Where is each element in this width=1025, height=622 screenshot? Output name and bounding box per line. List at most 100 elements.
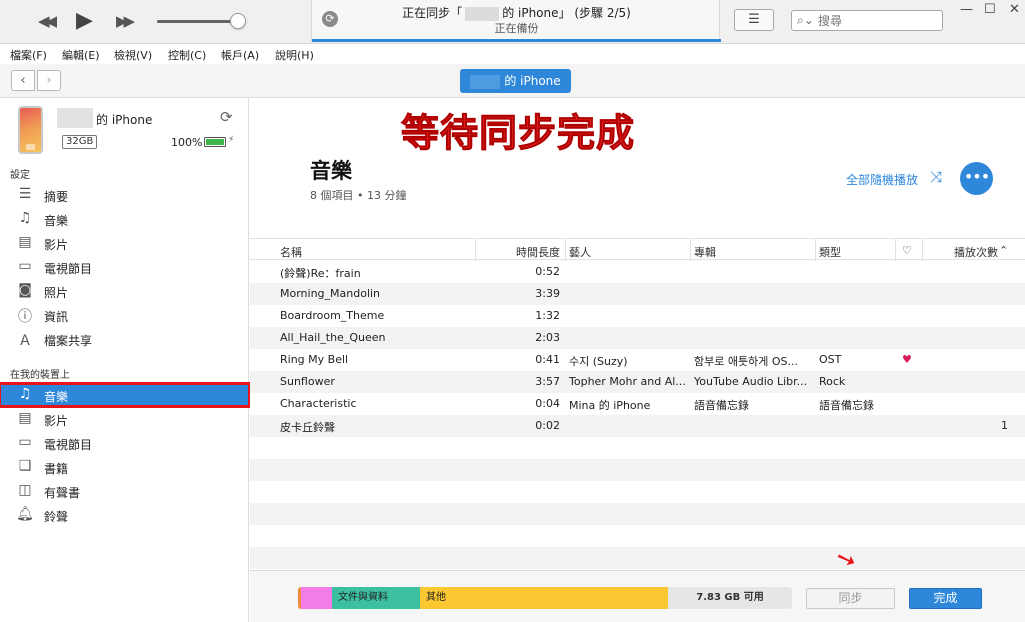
- cell-genre: OST: [819, 353, 842, 366]
- sidebar-item-photos[interactable]: ◙ 照片: [0, 280, 249, 302]
- play-icon[interactable]: ▶: [76, 8, 93, 33]
- sidebar-item-device-books[interactable]: ❑ 書籍: [0, 456, 249, 478]
- menu-controls[interactable]: 控制(C): [168, 47, 206, 63]
- column-divider: [815, 239, 816, 261]
- empty-row: [250, 547, 1025, 569]
- column-header-time[interactable]: 時間長度: [516, 244, 560, 260]
- sidebar-item-label: 有聲書: [44, 486, 81, 500]
- cell-album: YouTube Audio Libr...: [694, 375, 808, 388]
- column-header-love[interactable]: ♡: [902, 244, 912, 257]
- cell-name: 皮卡丘鈴聲: [280, 421, 335, 434]
- table-row[interactable]: Sunflower 3:57 Topher Mohr and Al... YouTub…: [250, 371, 1025, 393]
- cell-genre: Rock: [819, 375, 846, 388]
- table-row[interactable]: All_Hail_the_Queen 2:03: [250, 327, 1025, 349]
- column-header-name[interactable]: 名稱: [280, 244, 302, 260]
- menu-view[interactable]: 檢視(V): [114, 47, 152, 63]
- free-space-label: 7.83 GB 可用: [696, 592, 764, 603]
- volume-slider[interactable]: [157, 20, 239, 23]
- sync-icon[interactable]: ⟳: [220, 108, 233, 126]
- menu-edit[interactable]: 編輯(E): [62, 47, 100, 63]
- redacted-name: [57, 108, 93, 128]
- summary-icon: ☰: [18, 186, 32, 202]
- sidebar-item-device-music[interactable]: ♫ 音樂: [0, 382, 251, 408]
- close-icon[interactable]: ✕: [1009, 2, 1020, 17]
- tv-icon: ▭: [18, 434, 32, 450]
- search-box[interactable]: ⌕⌄: [791, 10, 943, 31]
- sidebar-item-device-audiobooks[interactable]: ◫ 有聲書: [0, 480, 249, 502]
- sync-button[interactable]: 同步: [806, 588, 895, 609]
- table-row[interactable]: Boardroom_Theme 1:32: [250, 305, 1025, 327]
- sidebar-item-info[interactable]: ⓘ 資訊: [0, 304, 249, 326]
- menu-bar: 檔案(F) 編輯(E) 檢視(V) 控制(C) 帳戶(A) 說明(H): [0, 44, 1025, 64]
- sidebar-item-label: 音樂: [44, 214, 69, 228]
- title-bar: ◀◀ ▶ ▶▶ ⟳ 正在同步「的 iPhone」 (步驟 2/5) 正在備份 ☰…: [0, 0, 1025, 44]
- cell-genre: 語音備忘錄: [819, 399, 874, 412]
- menu-file[interactable]: 檔案(F): [10, 47, 47, 63]
- cell-name: (鈴聲)Re：frain: [280, 267, 361, 280]
- table-row[interactable]: 皮卡丘鈴聲 0:02 1: [250, 415, 1025, 437]
- cell-time: 3:39: [535, 287, 560, 300]
- sidebar-item-movies[interactable]: ▤ 影片: [0, 232, 249, 254]
- shuffle-all-link[interactable]: 全部隨機播放: [846, 171, 918, 188]
- column-header-album[interactable]: 專輯: [694, 244, 716, 260]
- done-button[interactable]: 完成: [909, 588, 982, 609]
- music-note-icon: ♫: [18, 210, 32, 226]
- device-name: 的 iPhone: [96, 113, 153, 127]
- sync-status-detail: 正在備份: [494, 22, 539, 35]
- shuffle-icon[interactable]: ⤨: [930, 168, 942, 186]
- cell-name: Sunflower: [280, 375, 335, 388]
- cell-name: Boardroom_Theme: [280, 309, 385, 322]
- minimize-icon[interactable]: —: [960, 2, 973, 17]
- list-view-button[interactable]: ☰: [734, 9, 774, 31]
- cell-time: 0:52: [535, 265, 560, 278]
- table-row[interactable]: (鈴聲)Re：frain 0:52: [250, 261, 1025, 283]
- cell-name: Ring My Bell: [280, 353, 349, 366]
- storage-segment: 文件與資料: [332, 587, 420, 609]
- menu-help[interactable]: 說明(H): [275, 47, 314, 63]
- page-title: 音樂: [310, 159, 352, 183]
- sync-progress-bar: [312, 39, 721, 42]
- settings-header: 設定: [10, 170, 30, 181]
- table-row[interactable]: Characteristic 0:04 Mina 的 iPhone 語音備忘錄 語音備忘…: [250, 393, 1025, 415]
- column-header-artist[interactable]: 藝人: [569, 244, 591, 260]
- sidebar-item-label: 書籍: [44, 462, 69, 476]
- empty-row: [250, 525, 1025, 547]
- sidebar-item-music[interactable]: ♫ 音樂: [0, 208, 249, 230]
- cell-album: 語音備忘錄: [694, 399, 749, 412]
- menu-account[interactable]: 帳戶(A): [221, 47, 259, 63]
- cell-artist: Topher Mohr and Al...: [569, 375, 685, 388]
- cell-name: Characteristic: [280, 397, 357, 410]
- volume-knob[interactable]: [230, 13, 246, 29]
- cell-artist: Mina 的 iPhone: [569, 399, 651, 412]
- column-header-plays[interactable]: 播放次數: [954, 244, 998, 260]
- sidebar-item-device-movies[interactable]: ▤ 影片: [0, 408, 249, 430]
- search-input[interactable]: [818, 12, 938, 29]
- more-button[interactable]: •••: [960, 162, 993, 195]
- film-icon: ▤: [18, 234, 32, 250]
- sidebar-item-file-sharing[interactable]: Ａ 檔案共享: [0, 328, 249, 350]
- sidebar-item-device-ringtones[interactable]: 🔔︎ 鈴聲: [0, 504, 249, 526]
- table-row[interactable]: Morning_Mandolin 3:39: [250, 283, 1025, 305]
- battery-level: [206, 139, 224, 145]
- table-row[interactable]: Ring My Bell 0:41 수지 (Suzy) 함부로 애틋하게 OS... O…: [250, 349, 1025, 371]
- cell-album: 함부로 애틋하게 OS...: [694, 355, 798, 368]
- forward-button[interactable]: ›: [37, 70, 61, 91]
- column-divider: [565, 239, 566, 261]
- on-device-header: 在我的裝置上: [10, 370, 70, 381]
- device-button[interactable]: 的 iPhone: [460, 69, 571, 93]
- cell-artist: 수지 (Suzy): [569, 355, 628, 368]
- maximize-icon[interactable]: ☐: [984, 2, 996, 17]
- sidebar-item-summary[interactable]: ☰ 摘要: [0, 184, 249, 206]
- film-icon: ▤: [18, 410, 32, 426]
- storage-segment: [301, 587, 332, 609]
- sidebar-item-tv-shows[interactable]: ▭ 電視節目: [0, 256, 249, 278]
- column-divider: [895, 239, 896, 261]
- sidebar-item-device-tv-shows[interactable]: ▭ 電視節目: [0, 432, 249, 454]
- column-header-genre[interactable]: 類型: [819, 244, 841, 260]
- heart-icon[interactable]: ♥: [902, 353, 912, 366]
- back-button[interactable]: ‹: [11, 70, 35, 91]
- table-header: 名稱 時間長度 藝人 專輯 類型 ♡ 播放次數 ⌃: [250, 238, 1025, 261]
- fast-forward-icon[interactable]: ▶▶: [116, 12, 135, 30]
- rewind-icon[interactable]: ◀◀: [38, 12, 57, 30]
- sidebar-item-label: 影片: [44, 414, 69, 428]
